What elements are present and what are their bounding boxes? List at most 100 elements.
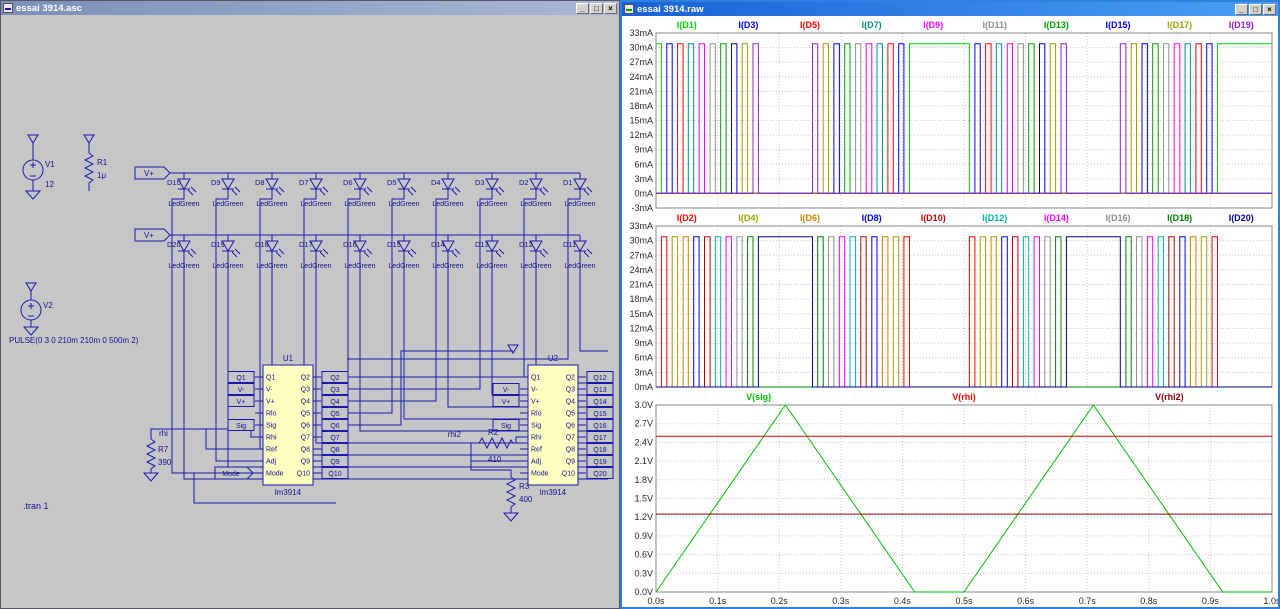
ground-icon [22,326,40,336]
svg-text:Q7: Q7 [330,435,339,442]
r3-resistor-icon[interactable] [505,476,517,508]
svg-text:D15: D15 [387,240,401,249]
net-flag-icon [83,134,95,144]
maximize-button[interactable]: □ [1249,3,1262,15]
r1-resistor-icon[interactable] [83,152,95,191]
svg-text:18mA: 18mA [629,101,653,111]
svg-text:I(D12): I(D12) [982,213,1007,223]
svg-text:Q10: Q10 [562,471,575,478]
svg-text:24mA: 24mA [629,72,653,82]
svg-text:Q1: Q1 [531,375,540,382]
r2-value: 410 [488,455,502,464]
svg-text:Q8: Q8 [566,447,575,454]
svg-text:Q6: Q6 [566,423,575,430]
net-flag-icon [27,134,39,144]
svg-text:6mA: 6mA [634,159,653,169]
svg-text:LedGreen: LedGreen [388,201,419,208]
minimize-button[interactable]: _ [576,2,589,14]
svg-text:Q17: Q17 [593,435,606,442]
svg-text:I(D7): I(D7) [862,20,882,30]
svg-text:Q8: Q8 [301,447,310,454]
svg-text:Rhi: Rhi [266,435,277,442]
waveform-plot-canvas[interactable]: -3mA 0mA 3mA 6mA 9mA 12mA 15mA 18mA 21mA 24mA 27mA… [622,16,1278,607]
v2-ref: V2 [43,301,53,310]
svg-text:1.5V: 1.5V [634,494,653,504]
svg-text:0.0s: 0.0s [647,596,665,606]
svg-text:I(D10): I(D10) [921,213,946,223]
svg-text:D13: D13 [475,240,489,249]
maximize-button[interactable]: □ [590,2,603,14]
svg-text:D2: D2 [519,178,529,187]
svg-text:30mA: 30mA [629,43,653,53]
svg-text:LedGreen: LedGreen [344,263,375,270]
svg-text:Adj: Adj [266,459,277,466]
svg-text:I(D8): I(D8) [862,213,882,223]
svg-text:D1: D1 [563,178,573,187]
svg-text:D20: D20 [167,240,181,249]
close-button[interactable]: × [604,2,617,14]
svg-text:Q19: Q19 [593,459,606,466]
svg-text:Q10: Q10 [328,471,341,478]
rhi-net-label: rhi [159,429,168,438]
svg-text:Q2: Q2 [330,375,339,382]
svg-text:30mA: 30mA [629,236,653,246]
svg-text:27mA: 27mA [629,57,653,67]
r1-ref: R1 [97,158,108,167]
svg-text:I(D14): I(D14) [1044,213,1069,223]
svg-text:LedGreen: LedGreen [432,201,463,208]
waveform-titlebar[interactable]: essai 3914.raw _ □ × [622,2,1278,16]
svg-text:V(rhi2): V(rhi2) [1155,392,1184,402]
svg-text:I(D16): I(D16) [1105,213,1130,223]
net-flag-icon [507,344,519,354]
svg-text:2.4V: 2.4V [634,437,653,447]
close-button[interactable]: × [1263,3,1276,15]
svg-text:0.0V: 0.0V [634,587,653,597]
svg-text:Ref: Ref [531,447,542,454]
schematic-canvas[interactable]: D10 LedGreen D9 LedGreen D8 LedGreen D7 LedGree… [1,15,619,608]
svg-text:V+: V+ [266,399,275,406]
v1-ref: V1 [45,160,55,169]
schematic-window: essai 3914.asc _ □ × D10 LedGreen D9 Led… [0,0,620,609]
mode-net-label: Mode [222,471,240,478]
svg-text:V+: V+ [502,399,511,406]
svg-text:D3: D3 [475,178,485,187]
waveform-area: -3mA 0mA 3mA 6mA 9mA 12mA 15mA 18mA 21mA 24mA 27mA… [622,16,1278,607]
svg-text:D11: D11 [563,240,576,249]
schematic-window-controls: _ □ × [576,2,617,14]
schematic-titlebar[interactable]: essai 3914.asc _ □ × [1,1,619,15]
svg-text:0.9V: 0.9V [634,531,653,541]
svg-text:I(D6): I(D6) [800,213,820,223]
svg-text:15mA: 15mA [629,309,653,319]
svg-text:33mA: 33mA [629,221,653,231]
svg-text:2.1V: 2.1V [634,456,653,466]
svg-text:V-: V- [238,387,245,394]
svg-text:LedGreen: LedGreen [520,263,551,270]
svg-text:Q14: Q14 [593,399,606,406]
svg-text:Rlo: Rlo [531,411,542,418]
led-rows: D10 LedGreen D9 LedGreen D8 LedGreen D7 LedGree… [167,173,596,270]
svg-text:I(D1): I(D1) [677,20,697,30]
svg-text:Q1: Q1 [266,375,275,382]
svg-text:D5: D5 [387,178,397,187]
ltspice-schematic-icon [3,3,13,13]
svg-text:27mA: 27mA [629,250,653,260]
svg-text:12mA: 12mA [629,130,653,140]
svg-text:0.3V: 0.3V [634,568,653,578]
svg-text:Sig: Sig [236,423,246,430]
svg-text:Q6: Q6 [330,423,339,430]
vplus-label-top: V+ [144,169,154,178]
svg-text:LedGreen: LedGreen [520,201,551,208]
svg-text:I(D9): I(D9) [923,20,943,30]
svg-text:Q9: Q9 [301,459,310,466]
svg-text:-3mA: -3mA [631,203,653,213]
svg-text:D14: D14 [431,240,445,249]
r7-resistor-icon[interactable] [145,438,157,473]
svg-text:1.8V: 1.8V [634,475,653,485]
svg-text:I(D17): I(D17) [1167,20,1192,30]
svg-text:LedGreen: LedGreen [256,201,287,208]
svg-text:18mA: 18mA [629,294,653,304]
svg-text:0mA: 0mA [634,188,653,198]
svg-text:Q6: Q6 [301,423,310,430]
svg-text:Q16: Q16 [593,423,606,430]
minimize-button[interactable]: _ [1235,3,1248,15]
